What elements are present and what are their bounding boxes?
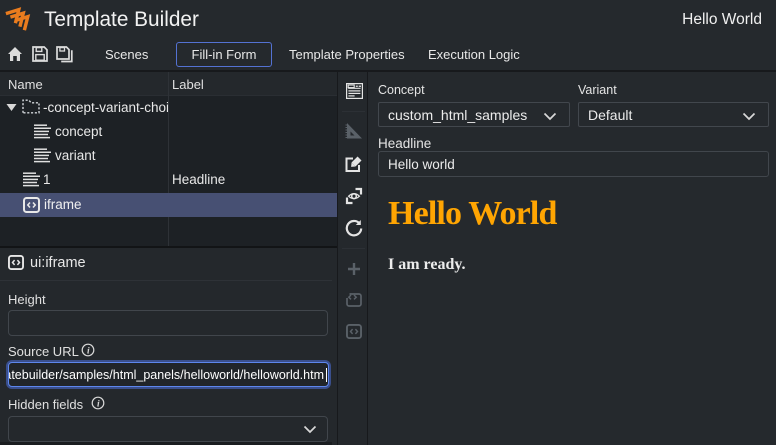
svg-text:i: i [97, 399, 100, 409]
svg-text:i: i [87, 346, 90, 356]
